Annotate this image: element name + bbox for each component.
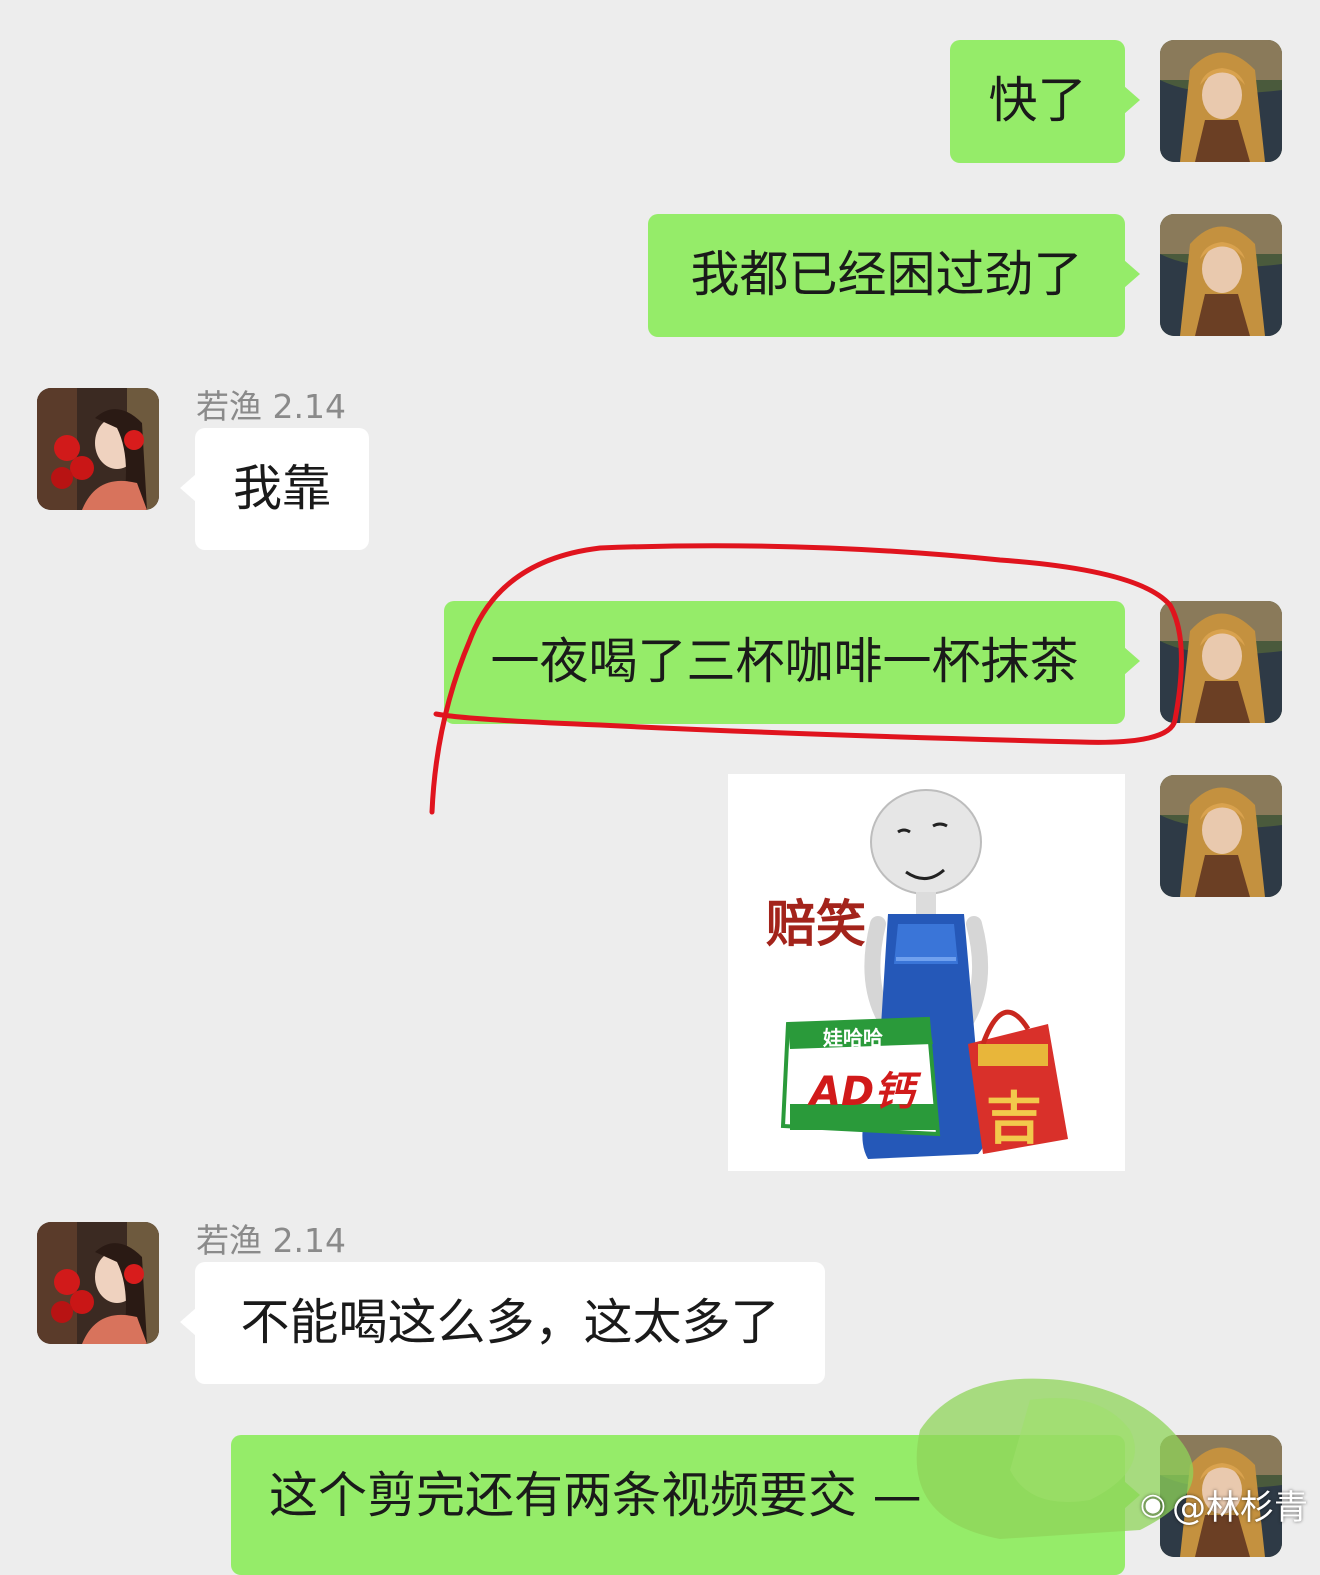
message-bubble-theirs[interactable]: 我靠: [180, 428, 369, 550]
my-avatar[interactable]: [1160, 214, 1282, 336]
message-text: 不能喝这么多，这太多了: [240, 1294, 780, 1351]
sticker-message[interactable]: 赔笑 娃哈哈 AD钙 吉: [728, 774, 1125, 1171]
contact-avatar[interactable]: [37, 388, 159, 510]
watermark-text: @林杉青: [1172, 1488, 1308, 1528]
sender-name: 若渔 2.14: [196, 1221, 346, 1260]
message-bubble-theirs[interactable]: 不能喝这么多，这太多了: [180, 1262, 825, 1384]
sender-name: 若渔 2.14: [196, 387, 346, 426]
message-text: 我靠: [232, 460, 331, 517]
my-avatar[interactable]: [1160, 775, 1282, 897]
message-text: 快了: [988, 72, 1087, 129]
message-text: 一夜喝了三杯咖啡一杯抹茶: [490, 633, 1079, 690]
sticker-box-brand: 娃哈哈: [823, 1026, 883, 1050]
message-bubble-mine[interactable]: 我都已经困过劲了: [648, 214, 1140, 337]
message-bubble-mine[interactable]: 一夜喝了三杯咖啡一杯抹茶: [444, 601, 1140, 724]
sticker-caption: 赔笑: [766, 894, 866, 953]
weibo-watermark: ◉ @林杉青: [1140, 1480, 1308, 1529]
message-text: 这个剪完还有两条视频要交 —: [269, 1467, 922, 1524]
message-bubble-mine[interactable]: 快了: [950, 40, 1140, 163]
sticker-bag-label: 吉: [986, 1087, 1042, 1152]
my-avatar[interactable]: [1160, 40, 1282, 162]
message-text: 我都已经困过劲了: [690, 246, 1083, 303]
sticker-box-label: AD钙: [810, 1069, 915, 1115]
weibo-logo-icon: ◉: [1139, 1487, 1166, 1522]
message-bubble-mine[interactable]: 这个剪完还有两条视频要交 —: [231, 1435, 1140, 1575]
my-avatar[interactable]: [1160, 601, 1282, 723]
contact-avatar[interactable]: [37, 1222, 159, 1344]
